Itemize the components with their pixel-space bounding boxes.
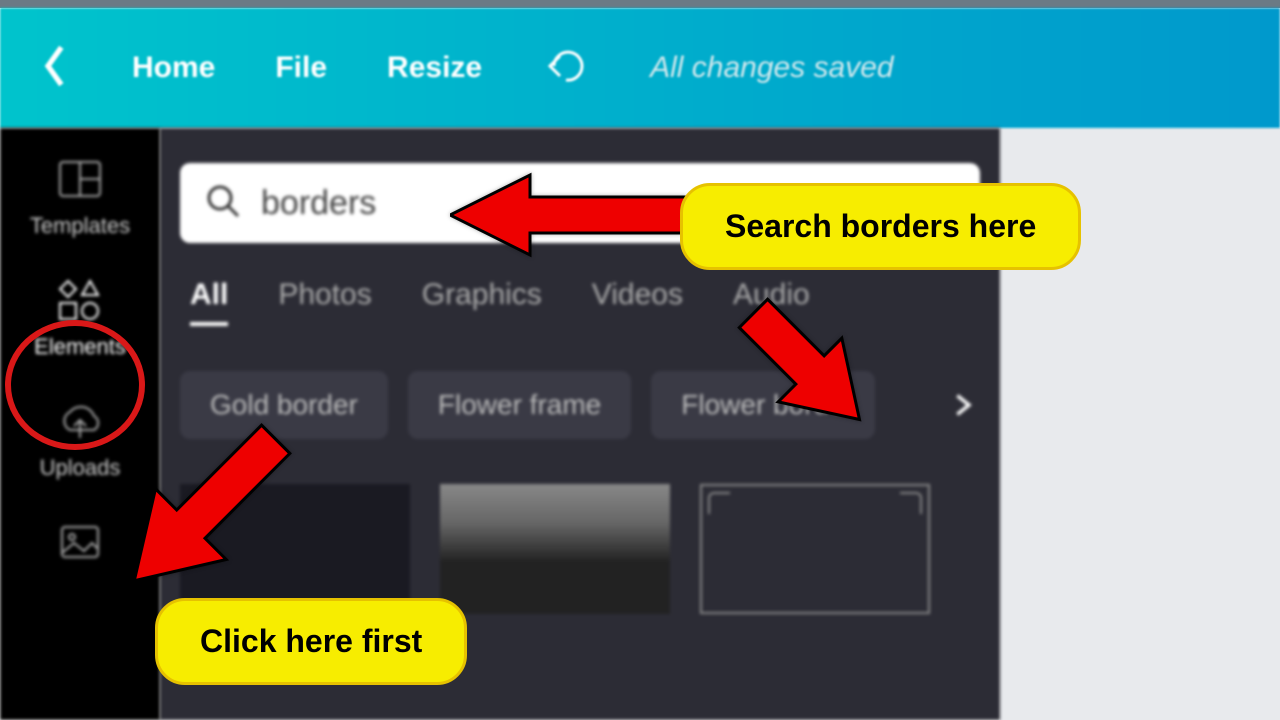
chips-next-button[interactable] <box>939 382 985 428</box>
tab-all[interactable]: All <box>190 278 228 326</box>
tab-graphics[interactable]: Graphics <box>422 278 542 326</box>
annotation-arrow <box>450 165 690 270</box>
undo-icon[interactable] <box>542 42 590 95</box>
back-icon[interactable] <box>40 42 72 95</box>
annotation-callout-click: Click here first <box>155 598 467 685</box>
tab-photos[interactable]: Photos <box>278 278 371 326</box>
result-item[interactable] <box>700 484 930 614</box>
annotation-arrow <box>95 395 315 630</box>
tab-videos[interactable]: Videos <box>592 278 683 326</box>
templates-icon <box>56 158 104 205</box>
chip-flower-frame[interactable]: Flower frame <box>408 371 631 439</box>
nav-home[interactable]: Home <box>132 51 215 85</box>
elements-icon <box>56 279 104 326</box>
nav-file[interactable]: File <box>275 51 327 85</box>
save-status: All changes saved <box>650 51 894 85</box>
app-header: Home File Resize All changes saved <box>0 8 1280 128</box>
search-icon <box>205 183 241 224</box>
annotation-callout-search: Search borders here <box>680 183 1081 270</box>
sidebar-label: Templates <box>30 213 130 239</box>
annotation-arrow <box>720 270 900 475</box>
sidebar-item-templates[interactable]: Templates <box>30 158 130 239</box>
result-item[interactable] <box>440 484 670 614</box>
nav-resize[interactable]: Resize <box>387 51 482 85</box>
